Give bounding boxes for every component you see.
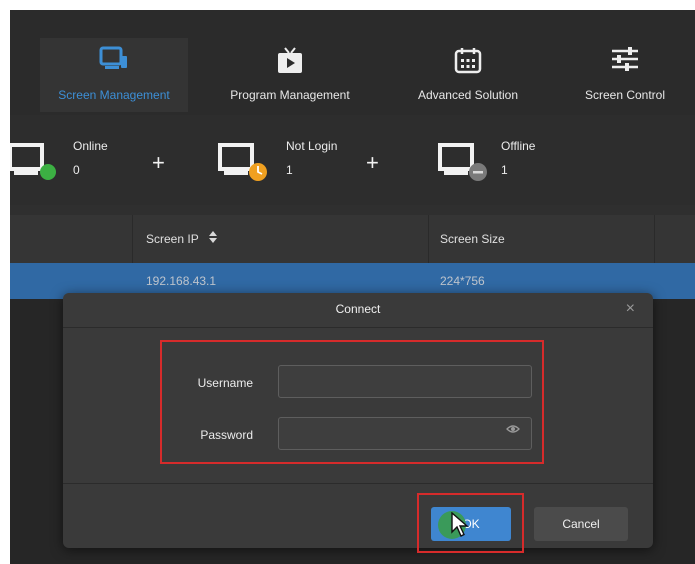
nav-label: Screen Control xyxy=(584,88,666,102)
calendar-icon xyxy=(454,46,482,77)
eye-icon[interactable] xyxy=(506,422,520,434)
monitor-phone-icon xyxy=(99,46,129,77)
offline-label: Offline xyxy=(501,139,536,153)
dialog-divider xyxy=(63,483,653,484)
close-icon[interactable]: × xyxy=(626,300,635,318)
offline-monitor-icon xyxy=(438,143,490,188)
sort-updown-icon[interactable] xyxy=(208,216,218,264)
cancel-button[interactable]: Cancel xyxy=(534,507,628,541)
username-field[interactable] xyxy=(278,365,532,398)
column-screen-ip[interactable]: Screen IP xyxy=(146,215,218,263)
nav-label: Program Management xyxy=(230,88,350,102)
plus-sign: + xyxy=(152,150,165,175)
column-screen-size[interactable]: Screen Size xyxy=(440,215,505,263)
mouse-cursor-icon xyxy=(451,511,469,538)
not-login-count: 1 xyxy=(286,163,293,177)
nav-label: Advanced Solution xyxy=(417,88,519,102)
nav-label: Screen Management xyxy=(58,88,170,102)
online-monitor-icon xyxy=(10,143,60,186)
nav-advanced-solution[interactable]: Advanced Solution xyxy=(398,38,538,112)
table-header: Screen IP Screen Size xyxy=(10,215,695,264)
online-label: Online xyxy=(73,139,108,153)
nav-screen-control[interactable]: Screen Control xyxy=(565,38,685,112)
password-field[interactable] xyxy=(278,417,532,450)
plus-sign: + xyxy=(366,150,379,175)
dialog-title: Connect xyxy=(335,302,381,316)
not-login-label: Not Login xyxy=(286,139,338,153)
app-window: Screen Management Program Management Adv… xyxy=(10,10,695,564)
column-divider xyxy=(654,215,655,263)
nav-screen-management[interactable]: Screen Management xyxy=(40,38,188,112)
status-summary: Online 0 + Not Login 1 + Offline 1 xyxy=(10,115,695,205)
tv-play-icon xyxy=(277,46,303,79)
nav-program-management[interactable]: Program Management xyxy=(215,38,365,112)
offline-count: 1 xyxy=(501,163,508,177)
column-header-label: Screen Size xyxy=(440,232,505,246)
connect-dialog: Connect × Username Password OK Cancel xyxy=(63,293,653,553)
column-divider xyxy=(428,215,429,263)
dialog-header: Connect × xyxy=(63,293,653,328)
sliders-icon xyxy=(610,46,640,75)
password-label: Password xyxy=(200,428,253,442)
not-login-monitor-icon xyxy=(218,143,270,188)
username-label: Username xyxy=(197,376,253,390)
column-header-label: Screen IP xyxy=(146,232,199,246)
column-divider xyxy=(132,215,133,263)
top-navigation: Screen Management Program Management Adv… xyxy=(10,10,695,115)
online-count: 0 xyxy=(73,163,80,177)
